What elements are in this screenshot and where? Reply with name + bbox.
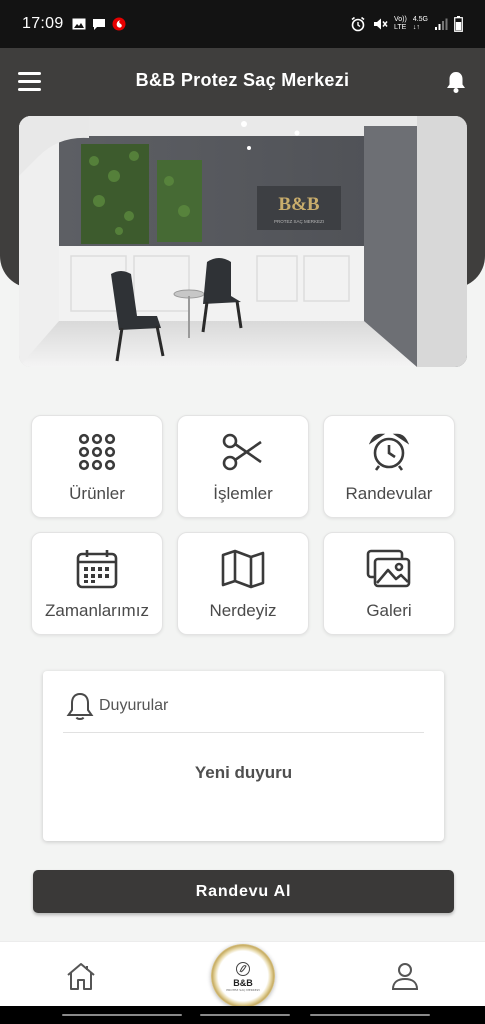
- status-notification-icons: [72, 17, 126, 31]
- logo-subtext: PROTEZ SAÇ MERKEZI: [226, 987, 260, 992]
- grid-dots-icon: [78, 433, 116, 471]
- network-gen-label: 4.5G ↓↑: [412, 16, 428, 31]
- menu-grid: Ürünler İşlemler Randevular Zamanlarımız…: [31, 415, 455, 635]
- tile-label: Galeri: [366, 601, 412, 620]
- status-bar: 17:09 Vo)) LTE 4.5G ↓↑: [0, 0, 485, 48]
- tile-galeri[interactable]: Galeri: [323, 532, 455, 635]
- announcements-header: Duyurular: [65, 691, 168, 721]
- logo-text: B&B: [233, 977, 253, 988]
- system-recents-area[interactable]: [310, 1014, 430, 1016]
- salon-sign-text: B&B: [278, 194, 320, 215]
- announcements-card: Duyurular Yeni duyuru: [43, 671, 444, 841]
- salon-interior-illustration: B&B PROTEZ SAÇ MERKEZI: [19, 116, 467, 367]
- tile-islemler[interactable]: İşlemler: [177, 415, 309, 518]
- divider: [63, 732, 424, 733]
- mute-status-icon: [373, 18, 388, 30]
- tile-label: Ürünler: [69, 484, 125, 503]
- alarm-clock-icon: [369, 433, 409, 471]
- tile-label: Nerdeyiz: [209, 601, 277, 620]
- notification-bell-icon[interactable]: [445, 70, 467, 94]
- logo-emblem-icon: [236, 961, 250, 976]
- system-back-area[interactable]: [62, 1014, 182, 1016]
- salon-hero-image: B&B PROTEZ SAÇ MERKEZI: [19, 116, 467, 367]
- bell-outline-icon: [66, 692, 94, 720]
- tile-urunler[interactable]: Ürünler: [31, 415, 163, 518]
- data-arrows-icon: ↓↑: [412, 24, 420, 31]
- gallery-notification-icon: [72, 18, 86, 30]
- tile-randevular[interactable]: Randevular: [323, 415, 455, 518]
- tile-nerdeyiz[interactable]: Nerdeyiz: [177, 532, 309, 635]
- status-system-icons: Vo)) LTE 4.5G ↓↑: [350, 16, 463, 32]
- alarm-status-icon: [351, 16, 365, 32]
- home-icon[interactable]: [65, 961, 97, 991]
- network-label: Vo)) LTE: [393, 16, 407, 31]
- scissors-icon: [222, 433, 262, 471]
- app-title: B&B Protez Saç Merkezi: [135, 70, 350, 90]
- tile-label: Zamanlarımız: [45, 601, 149, 620]
- tile-label: Randevular: [345, 484, 433, 503]
- vodafone-icon: [112, 17, 126, 31]
- announcement-item: Yeni duyuru: [194, 763, 293, 782]
- profile-icon[interactable]: [390, 961, 420, 991]
- tile-label: İşlemler: [213, 484, 273, 503]
- app-screen: 17:09 Vo)) LTE 4.5G ↓↑ B&B Protez Saç Me…: [0, 0, 485, 1024]
- brand-logo-button[interactable]: B&B PROTEZ SAÇ MERKEZI: [211, 944, 275, 1008]
- book-appointment-button[interactable]: Randevu Al: [33, 870, 454, 913]
- signal-icon: [435, 18, 448, 30]
- system-home-area[interactable]: [200, 1014, 290, 1016]
- system-navigation-bar: [0, 1006, 485, 1024]
- announcements-title: Duyurular: [99, 697, 169, 714]
- status-time: 17:09: [22, 15, 64, 32]
- tile-zamanlarimiz[interactable]: Zamanlarımız: [31, 532, 163, 635]
- map-icon: [221, 549, 265, 589]
- salon-sign-subtext: PROTEZ SAÇ MERKEZI: [274, 219, 324, 224]
- battery-icon: [454, 16, 463, 32]
- bottom-navigation: B&B PROTEZ SAÇ MERKEZI: [0, 941, 485, 1008]
- gallery-icon: [366, 549, 411, 588]
- calendar-icon: [76, 550, 118, 589]
- message-notification-icon: [92, 18, 105, 30]
